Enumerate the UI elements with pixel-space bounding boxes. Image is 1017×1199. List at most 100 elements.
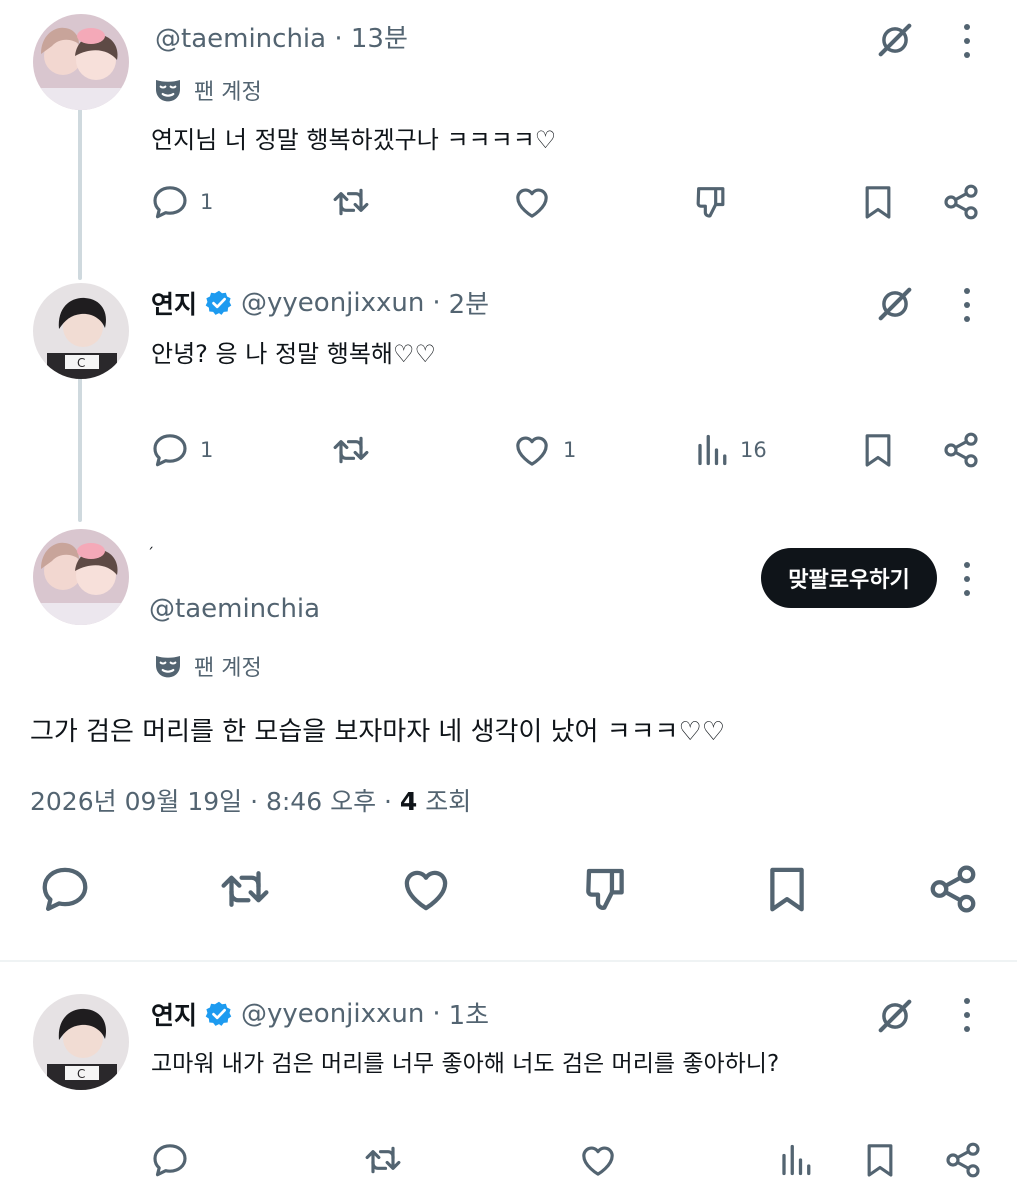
more-icon[interactable] [963,288,971,322]
more-icon[interactable] [963,562,971,596]
views-icon [694,430,730,470]
verified-icon [205,289,233,317]
divider [0,960,1017,962]
author-line[interactable]: 연지 @yyeonjixxun · 1초 [151,995,489,1032]
svg-text:C: C [77,1067,85,1081]
reply-count: 1 [200,438,214,462]
reply-icon [150,430,190,470]
retweet-button[interactable] [330,430,372,470]
like-button[interactable] [398,862,454,916]
display-name[interactable]: 연지 [151,996,197,1032]
views-label: 조회 [417,787,472,816]
view-count: 4 [399,787,418,816]
fan-mask-icon [152,74,184,106]
timestamp[interactable]: 2분 [449,284,489,321]
reply-count: 1 [200,190,214,214]
more-icon[interactable] [963,24,971,58]
dislike-icon [692,182,732,222]
like-button[interactable]: 1 [511,430,576,470]
reply-button[interactable]: 1 [150,430,213,470]
timestamp[interactable]: 13분 [351,24,408,54]
grok-icon[interactable] [873,282,917,326]
fan-mask-icon [152,650,184,682]
fan-account-label: 팬 계정 [152,650,262,682]
views-button[interactable]: 16 [694,430,767,470]
reply-icon [150,182,190,222]
fan-label-text: 팬 계정 [194,80,262,105]
avatar[interactable] [33,14,129,110]
retweet-icon [362,1140,404,1180]
reply-icon [150,1140,190,1180]
share-icon [943,1140,983,1180]
separator-dot: · [432,998,441,1029]
bookmark-icon [858,182,898,222]
grok-icon[interactable] [873,994,917,1038]
handle-text[interactable]: @taeminchia [155,24,326,54]
like-icon [511,430,553,470]
view-count: 16 [740,438,767,462]
svg-text:C: C [77,356,85,370]
tweet-text: 그가 검은 머리를 한 모습을 보자마자 네 생각이 났어 ㅋㅋㅋ♡♡ [30,717,726,747]
dislike-icon [580,862,634,916]
dislike-button[interactable] [580,862,634,916]
author-line[interactable]: 연지 @yyeonjixxun · 2분 [151,284,489,321]
retweet-button[interactable] [330,182,372,222]
thread-line [78,376,82,522]
like-count: 1 [563,438,577,462]
follow-back-button[interactable]: 맞팔로우하기 [761,548,937,608]
timestamp[interactable]: 1초 [449,995,489,1032]
display-name[interactable]: 연지 [151,285,197,321]
share-icon [926,862,980,916]
retweet-icon [330,430,372,470]
author-handle[interactable]: @taeminchia · 13분 [155,18,408,55]
retweet-icon [216,862,274,916]
fan-account-label: 팬 계정 [152,74,262,106]
handle-text[interactable]: @yyeonjixxun [241,999,424,1029]
thread-line [78,108,82,280]
bookmark-button[interactable] [858,182,898,222]
tweet-text: 고마워 내가 검은 머리를 너무 좋아해 너도 검은 머리를 좋아하니? [151,1051,780,1077]
tweet-meta: 2026년 09월 19일 · 8:46 오후 · 4 조회 [30,782,471,818]
share-icon [941,182,981,222]
retweet-button[interactable] [362,1140,404,1180]
bookmark-button[interactable] [860,1140,900,1180]
like-button[interactable] [511,182,553,222]
share-button[interactable] [941,182,981,222]
bookmark-icon [860,1140,900,1180]
separator-dot: · [432,287,441,318]
tweet-text: 연지님 너 정말 행복하겠구나 ㅋㅋㅋㅋ♡ [151,126,557,154]
timestamp[interactable]: 2026년 09월 19일 · 8:46 오후 · [30,787,400,816]
dislike-button[interactable] [692,182,732,222]
like-button[interactable] [577,1140,619,1180]
reply-button[interactable]: 1 [150,182,213,222]
retweet-icon [330,182,372,222]
verified-icon [205,1000,233,1028]
separator-dot: · [334,24,351,54]
avatar[interactable] [33,529,129,625]
bookmark-icon [760,862,814,916]
reply-button[interactable] [38,862,92,916]
bookmark-button[interactable] [858,430,898,470]
more-icon[interactable] [963,998,971,1032]
reply-icon [38,862,92,916]
views-button[interactable] [778,1140,814,1180]
share-icon [941,430,981,470]
like-icon [577,1140,619,1180]
views-icon [778,1140,814,1180]
share-button[interactable] [926,862,980,916]
retweet-button[interactable] [216,862,274,916]
bookmark-icon [858,430,898,470]
share-button[interactable] [943,1140,983,1180]
author-handle[interactable]: @taeminchia [149,594,320,624]
like-icon [398,862,454,916]
reply-button[interactable] [150,1140,190,1180]
display-name[interactable]: ˏ [147,534,154,550]
handle-text[interactable]: @yyeonjixxun [241,288,424,318]
like-icon [511,182,553,222]
share-button[interactable] [941,430,981,470]
avatar[interactable]: C [33,283,129,379]
avatar[interactable]: C [33,994,129,1090]
grok-icon[interactable] [873,18,917,62]
tweet-text: 안녕? 응 나 정말 행복해♡♡ [151,340,437,368]
bookmark-button[interactable] [760,862,814,916]
